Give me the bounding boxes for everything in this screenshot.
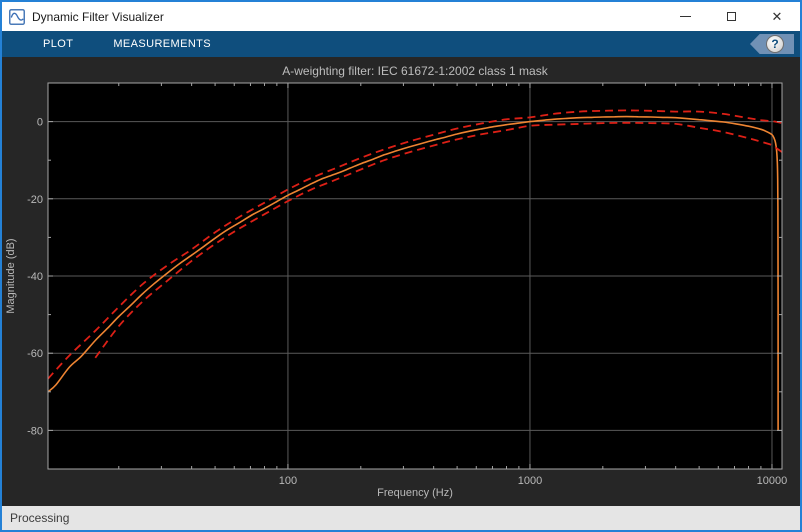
y-tick-label: -20: [27, 194, 43, 206]
x-axis-label: Frequency (Hz): [377, 487, 453, 499]
chart-title: A-weighting filter: IEC 61672-1:2002 cla…: [282, 64, 548, 78]
tab-measurements[interactable]: MEASUREMENTS: [113, 38, 211, 50]
minimize-button[interactable]: [662, 2, 708, 31]
y-tick-label: -40: [27, 271, 43, 283]
maximize-button[interactable]: [708, 2, 754, 31]
status-bar: Processing: [2, 506, 800, 530]
tab-plot[interactable]: PLOT: [43, 38, 73, 50]
y-axis-label: Magnitude (dB): [5, 238, 17, 313]
plot-panel: 0 -20 -40 -60 -80 100 1000 10000 A-weighting fil…: [2, 57, 800, 506]
help-chevron[interactable]: ?: [750, 34, 794, 54]
toolbar-tabs: PLOT MEASUREMENTS: [43, 38, 211, 50]
close-button[interactable]: ✕: [754, 2, 800, 31]
toolbar: PLOT MEASUREMENTS ?: [2, 31, 800, 57]
x-tick-label: 10000: [757, 475, 788, 487]
maximize-icon: [726, 12, 736, 21]
x-tick-label: 100: [279, 475, 297, 487]
window-title: Dynamic Filter Visualizer: [32, 9, 164, 24]
window-controls: ✕: [662, 2, 800, 31]
help-icon[interactable]: ?: [766, 35, 784, 53]
y-tick-label: 0: [37, 117, 43, 129]
app-window: Dynamic Filter Visualizer ✕ PLOT MEASURE…: [0, 0, 802, 532]
title-bar[interactable]: Dynamic Filter Visualizer ✕: [2, 2, 800, 31]
x-tick-label: 1000: [518, 475, 542, 487]
status-text: Processing: [10, 511, 70, 525]
magnitude-response-chart: 0 -20 -40 -60 -80 100 1000 10000 A-weighting fil…: [5, 64, 788, 499]
close-icon: ✕: [771, 9, 783, 24]
y-tick-label: -80: [27, 425, 43, 437]
minimize-icon: [679, 16, 691, 17]
app-icon: [9, 8, 25, 25]
y-tick-label: -60: [27, 348, 43, 360]
